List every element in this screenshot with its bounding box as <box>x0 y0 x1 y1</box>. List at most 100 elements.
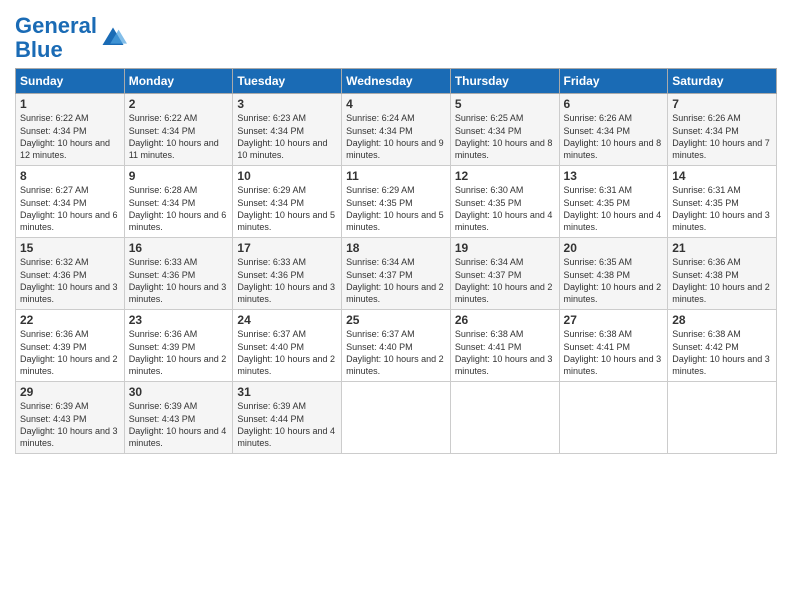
day-number: 28 <box>672 313 772 327</box>
header: GeneralBlue <box>15 10 777 62</box>
calendar-cell: 2 Sunrise: 6:22 AMSunset: 4:34 PMDaylight… <box>124 94 233 166</box>
dow-header: Saturday <box>668 69 777 94</box>
calendar-cell: 22 Sunrise: 6:36 AMSunset: 4:39 PMDayligh… <box>16 310 125 382</box>
day-info: Sunrise: 6:31 AMSunset: 4:35 PMDaylight:… <box>564 185 662 231</box>
calendar-cell: 23 Sunrise: 6:36 AMSunset: 4:39 PMDayligh… <box>124 310 233 382</box>
day-info: Sunrise: 6:22 AMSunset: 4:34 PMDaylight:… <box>20 113 110 159</box>
day-number: 25 <box>346 313 446 327</box>
day-number: 17 <box>237 241 337 255</box>
day-info: Sunrise: 6:36 AMSunset: 4:39 PMDaylight:… <box>129 329 227 375</box>
calendar-cell: 5 Sunrise: 6:25 AMSunset: 4:34 PMDaylight… <box>450 94 559 166</box>
day-info: Sunrise: 6:25 AMSunset: 4:34 PMDaylight:… <box>455 113 553 159</box>
page-container: GeneralBlue SundayMondayTuesdayWednesday… <box>0 0 792 464</box>
day-info: Sunrise: 6:22 AMSunset: 4:34 PMDaylight:… <box>129 113 219 159</box>
calendar-cell: 26 Sunrise: 6:38 AMSunset: 4:41 PMDayligh… <box>450 310 559 382</box>
dow-header: Tuesday <box>233 69 342 94</box>
dow-header: Friday <box>559 69 668 94</box>
calendar-cell: 19 Sunrise: 6:34 AMSunset: 4:37 PMDayligh… <box>450 238 559 310</box>
day-number: 22 <box>20 313 120 327</box>
day-info: Sunrise: 6:38 AMSunset: 4:41 PMDaylight:… <box>564 329 662 375</box>
day-info: Sunrise: 6:38 AMSunset: 4:41 PMDaylight:… <box>455 329 553 375</box>
day-info: Sunrise: 6:36 AMSunset: 4:39 PMDaylight:… <box>20 329 118 375</box>
day-info: Sunrise: 6:34 AMSunset: 4:37 PMDaylight:… <box>455 257 553 303</box>
calendar-cell: 4Sunrise: 6:24 AMSunset: 4:34 PMDaylight… <box>342 94 451 166</box>
calendar-cell: 1 Sunrise: 6:22 AMSunset: 4:34 PMDaylight… <box>16 94 125 166</box>
day-number: 19 <box>455 241 555 255</box>
calendar-cell: 11 Sunrise: 6:29 AMSunset: 4:35 PMDayligh… <box>342 166 451 238</box>
calendar-cell <box>668 382 777 454</box>
day-info: Sunrise: 6:39 AMSunset: 4:43 PMDaylight:… <box>20 401 118 447</box>
day-info: Sunrise: 6:36 AMSunset: 4:38 PMDaylight:… <box>672 257 770 303</box>
calendar-cell: 15 Sunrise: 6:32 AMSunset: 4:36 PMDayligh… <box>16 238 125 310</box>
day-number: 6 <box>564 97 664 111</box>
day-info: Sunrise: 6:39 AMSunset: 4:43 PMDaylight:… <box>129 401 227 447</box>
calendar-cell: 14 Sunrise: 6:31 AMSunset: 4:35 PMDayligh… <box>668 166 777 238</box>
day-number: 20 <box>564 241 664 255</box>
day-info: Sunrise: 6:33 AMSunset: 4:36 PMDaylight:… <box>237 257 335 303</box>
calendar-cell <box>450 382 559 454</box>
day-info: Sunrise: 6:28 AMSunset: 4:34 PMDaylight:… <box>129 185 227 231</box>
day-info: Sunrise: 6:37 AMSunset: 4:40 PMDaylight:… <box>237 329 335 375</box>
day-info: Sunrise: 6:27 AMSunset: 4:34 PMDaylight:… <box>20 185 118 231</box>
logo: GeneralBlue <box>15 14 127 62</box>
calendar-cell: 12 Sunrise: 6:30 AMSunset: 4:35 PMDayligh… <box>450 166 559 238</box>
dow-header: Monday <box>124 69 233 94</box>
day-number: 10 <box>237 169 337 183</box>
day-number: 12 <box>455 169 555 183</box>
calendar-cell: 7Sunrise: 6:26 AMSunset: 4:34 PMDaylight… <box>668 94 777 166</box>
day-info: Sunrise: 6:30 AMSunset: 4:35 PMDaylight:… <box>455 185 553 231</box>
day-number: 8 <box>20 169 120 183</box>
day-number: 29 <box>20 385 120 399</box>
day-number: 16 <box>129 241 229 255</box>
day-info: Sunrise: 6:32 AMSunset: 4:36 PMDaylight:… <box>20 257 118 303</box>
day-number: 7 <box>672 97 772 111</box>
calendar-cell: 21Sunrise: 6:36 AMSunset: 4:38 PMDayligh… <box>668 238 777 310</box>
day-info: Sunrise: 6:29 AMSunset: 4:35 PMDaylight:… <box>346 185 444 231</box>
dow-header: Wednesday <box>342 69 451 94</box>
day-info: Sunrise: 6:34 AMSunset: 4:37 PMDaylight:… <box>346 257 444 303</box>
day-number: 2 <box>129 97 229 111</box>
day-number: 14 <box>672 169 772 183</box>
calendar-cell: 17 Sunrise: 6:33 AMSunset: 4:36 PMDayligh… <box>233 238 342 310</box>
day-info: Sunrise: 6:31 AMSunset: 4:35 PMDaylight:… <box>672 185 770 231</box>
day-number: 5 <box>455 97 555 111</box>
calendar-cell: 27 Sunrise: 6:38 AMSunset: 4:41 PMDayligh… <box>559 310 668 382</box>
day-number: 11 <box>346 169 446 183</box>
calendar-cell: 18 Sunrise: 6:34 AMSunset: 4:37 PMDayligh… <box>342 238 451 310</box>
logo-text: GeneralBlue <box>15 14 97 62</box>
day-number: 13 <box>564 169 664 183</box>
day-number: 24 <box>237 313 337 327</box>
calendar-table: SundayMondayTuesdayWednesdayThursdayFrid… <box>15 68 777 454</box>
day-number: 18 <box>346 241 446 255</box>
dow-header: Thursday <box>450 69 559 94</box>
calendar-cell <box>559 382 668 454</box>
day-number: 27 <box>564 313 664 327</box>
calendar-cell: 29 Sunrise: 6:39 AMSunset: 4:43 PMDayligh… <box>16 382 125 454</box>
day-number: 23 <box>129 313 229 327</box>
day-info: Sunrise: 6:37 AMSunset: 4:40 PMDaylight:… <box>346 329 444 375</box>
calendar-cell <box>342 382 451 454</box>
calendar-cell: 10 Sunrise: 6:29 AMSunset: 4:34 PMDayligh… <box>233 166 342 238</box>
calendar-cell: 20 Sunrise: 6:35 AMSunset: 4:38 PMDayligh… <box>559 238 668 310</box>
calendar-cell: 9 Sunrise: 6:28 AMSunset: 4:34 PMDaylight… <box>124 166 233 238</box>
calendar-cell: 30Sunrise: 6:39 AMSunset: 4:43 PMDayligh… <box>124 382 233 454</box>
day-number: 26 <box>455 313 555 327</box>
day-info: Sunrise: 6:35 AMSunset: 4:38 PMDaylight:… <box>564 257 662 303</box>
calendar-cell: 16Sunrise: 6:33 AMSunset: 4:36 PMDayligh… <box>124 238 233 310</box>
calendar-cell: 3 Sunrise: 6:23 AMSunset: 4:34 PMDaylight… <box>233 94 342 166</box>
day-info: Sunrise: 6:39 AMSunset: 4:44 PMDaylight:… <box>237 401 335 447</box>
day-info: Sunrise: 6:26 AMSunset: 4:34 PMDaylight:… <box>564 113 662 159</box>
day-info: Sunrise: 6:29 AMSunset: 4:34 PMDaylight:… <box>237 185 335 231</box>
day-number: 4 <box>346 97 446 111</box>
day-number: 9 <box>129 169 229 183</box>
logo-icon <box>99 24 127 52</box>
calendar-cell: 6 Sunrise: 6:26 AMSunset: 4:34 PMDaylight… <box>559 94 668 166</box>
calendar-cell: 8 Sunrise: 6:27 AMSunset: 4:34 PMDaylight… <box>16 166 125 238</box>
dow-header: Sunday <box>16 69 125 94</box>
day-info: Sunrise: 6:23 AMSunset: 4:34 PMDaylight:… <box>237 113 327 159</box>
day-number: 15 <box>20 241 120 255</box>
calendar-cell: 28Sunrise: 6:38 AMSunset: 4:42 PMDayligh… <box>668 310 777 382</box>
day-number: 1 <box>20 97 120 111</box>
calendar-cell: 25 Sunrise: 6:37 AMSunset: 4:40 PMDayligh… <box>342 310 451 382</box>
day-number: 3 <box>237 97 337 111</box>
